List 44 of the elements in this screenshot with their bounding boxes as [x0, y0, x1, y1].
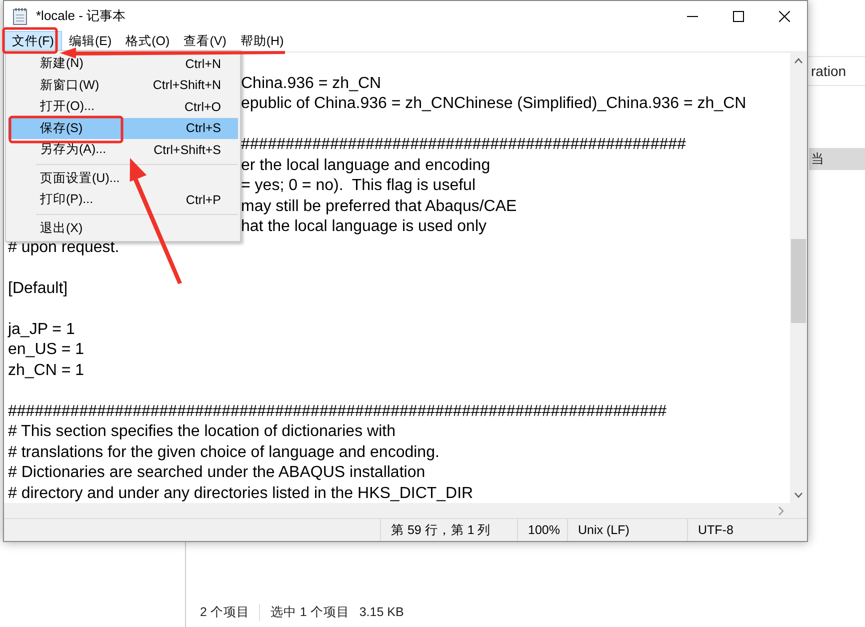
- menu-item[interactable]: 新建(N) Ctrl+N: [8, 53, 238, 74]
- column-header[interactable]: ration: [811, 63, 865, 79]
- status-text: 100%: [517, 519, 567, 541]
- menu-item[interactable]: 打开(O)... Ctrl+O: [8, 96, 238, 118]
- text-line: [Default]: [8, 278, 69, 298]
- maximize-icon: [732, 10, 744, 22]
- window-title: *locale - 记事本: [36, 7, 127, 25]
- menu-item[interactable]: 退出(X): [8, 218, 238, 239]
- status-text: 3.15 KB: [359, 605, 404, 619]
- text-line: ##################################################: [241, 135, 686, 155]
- close-icon: [778, 10, 790, 22]
- text-line: may still be preferred that Abaqus/CAE: [241, 196, 517, 216]
- text-line: zh_CN = 1: [8, 360, 86, 380]
- text-line: epublic of China.936 = zh_CNChinese (Simplified)_China.936 = zh_CN: [241, 94, 746, 114]
- text-line: er the local language and encoding: [241, 156, 490, 176]
- text-line: # translations for the given choice of language and encoding.: [8, 442, 440, 462]
- menu-item[interactable]: 页面设置(U)...: [8, 168, 238, 189]
- text-line: # Dictionaries are searched under the ABAQUS installation: [8, 463, 426, 483]
- status-text: Unix (LF): [567, 519, 687, 541]
- text-line: ja_JP = 1: [8, 320, 76, 340]
- text-line: # This section specifies the location of dictionaries with: [8, 422, 396, 442]
- notepad-icon: [12, 7, 28, 25]
- text-line: hat the local language is used only: [241, 217, 487, 237]
- menu-item[interactable]: 新窗口(W) Ctrl+Shift+N: [8, 74, 238, 96]
- status-text: 选中 1 个项目: [259, 604, 350, 620]
- text-line: China.936 = zh_CN: [241, 74, 382, 94]
- highlight-frame: [2, 27, 58, 54]
- menu-item[interactable]: 编辑(E): [62, 31, 119, 51]
- status-text: UTF-8: [687, 519, 807, 541]
- scrollbar-thumb[interactable]: [791, 239, 806, 323]
- text-line: # directory and under any directories listed in the HKS_DICT_DIR: [8, 484, 474, 503]
- menu-item[interactable]: 另存为(A)... Ctrl+Shift+S: [8, 139, 238, 160]
- menu-item[interactable]: 格式(O): [118, 31, 177, 51]
- menu-item[interactable]: 打印(P)... Ctrl+P: [8, 189, 238, 210]
- status-text: 2 个项目: [200, 604, 250, 620]
- menu-item[interactable]: 文件(F): [4, 31, 62, 51]
- file-row[interactable]: 当: [809, 148, 865, 170]
- text-line: = yes; 0 = no). This flag is useful: [241, 176, 476, 196]
- menu-item[interactable]: 查看(V): [176, 31, 234, 51]
- menu-item[interactable]: 保存(S) Ctrl+S: [8, 118, 238, 139]
- menu-item[interactable]: 帮助(H): [233, 31, 291, 51]
- status-text: 第 59 行，第 1 列: [380, 519, 517, 541]
- text-line: en_US = 1: [8, 340, 86, 360]
- text-line: ##########################################################################: [8, 402, 668, 422]
